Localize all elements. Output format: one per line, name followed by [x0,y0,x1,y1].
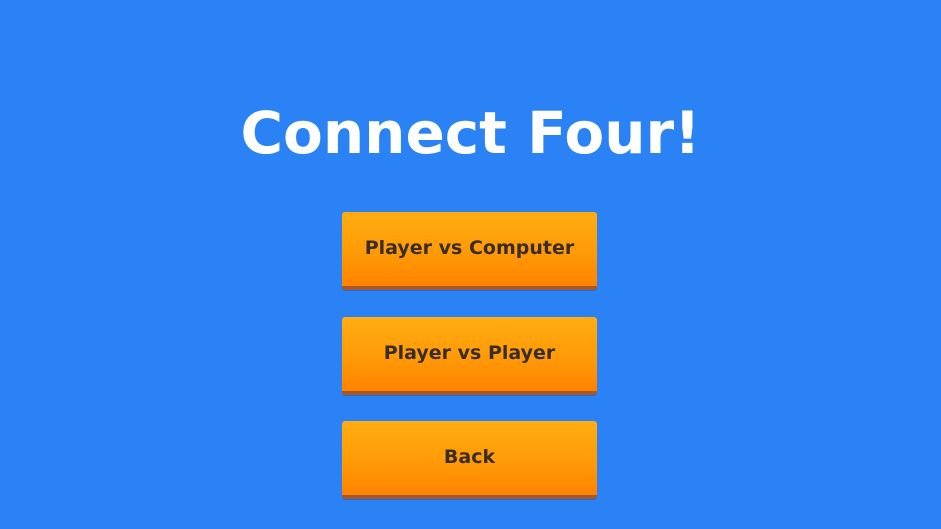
game-title: Connect Four! [240,99,701,167]
player-vs-player-label: Player vs Player [383,342,556,364]
player-vs-player-button[interactable]: Player vs Player [342,317,597,395]
back-button[interactable]: Back [342,421,597,499]
back-label: Back [443,446,496,468]
player-vs-computer-button[interactable]: Player vs Computer [342,212,597,290]
player-vs-computer-label: Player vs Computer [364,237,575,259]
